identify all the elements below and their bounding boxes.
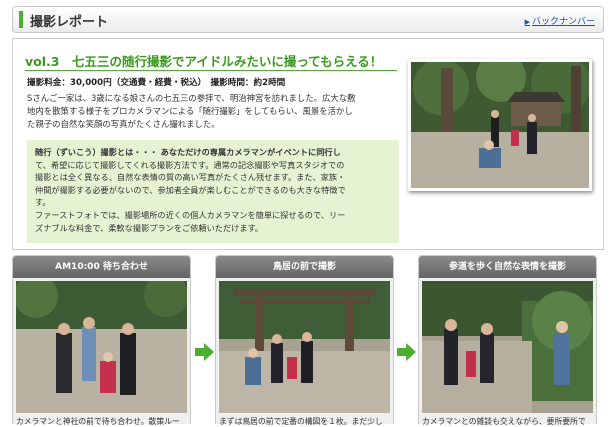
step-photo-2 bbox=[219, 281, 390, 413]
header-accent-bar bbox=[19, 11, 23, 28]
section-header: 撮影レポート ▶ バックナンバー bbox=[12, 6, 604, 33]
explain-line: 仲間が撮影する必要がないので、参加者全員が楽しむことができるのも大きな特徴で bbox=[35, 184, 346, 195]
explain-line: ズナブルな料金で、柔軟な撮影プランをご依頼いただけます。 bbox=[35, 222, 264, 233]
step-caption: カメラマンと神社の前で待ち合わせ。散策ルー bbox=[16, 417, 180, 426]
intro-line: Sさんご一家は、3歳になる娘さんの七五三の参拝で、明治神宮を訪れました。広大な敷 bbox=[27, 93, 356, 103]
step-caption: カメラマンとの雑談も交えながら、要所要所で bbox=[422, 417, 586, 426]
intro-line: 地内を散策する様子をプロカメラマンによる「随行撮影」をしてもらい、風景を活かし bbox=[27, 106, 353, 116]
intro-text: Sさんご一家は、3歳になる娘さんの七五三の参拝で、明治神宮を訪れました。広大な敷… bbox=[27, 92, 399, 131]
step-title: 参道を歩く自然な表情を撮影 bbox=[419, 256, 596, 278]
intro-line: た親子の自然な笑顔の写真がたくさん撮れました。 bbox=[27, 119, 220, 129]
shrine-photo bbox=[408, 59, 592, 191]
explain-line: 随行（ずいこう）撮影とは・・・ あなただけの専属カメラマンがイベントに同行し bbox=[35, 147, 341, 157]
step-title: AM10:00 待ち合わせ bbox=[13, 256, 190, 278]
page-title: 撮影レポート bbox=[30, 15, 109, 30]
arrow-right-icon bbox=[195, 343, 214, 361]
explain-line: 撮影とは全く異なる、自然な表情の質の高い写真がたくさん残せます。また、家族・ bbox=[35, 172, 346, 183]
step-card-1: AM10:00 待ち合わせ カメラマンと神社の前で待ち合わせ。散策ルー bbox=[12, 255, 191, 426]
step-title: 鳥居の前で撮影 bbox=[216, 256, 393, 278]
report-heading: vol.3 七五三の随行撮影でアイドルみたいに撮ってもらえる！ bbox=[25, 54, 383, 69]
heading-underline bbox=[25, 70, 397, 71]
arrow-right-icon: ▶ bbox=[524, 18, 530, 26]
fee-line: 撮影料金：30,000円（交通費・経費・税込） 撮影時間：約2時間 bbox=[27, 78, 286, 88]
report-card: vol.3 七五三の随行撮影でアイドルみたいに撮ってもらえる！ 撮影料金：30,… bbox=[12, 38, 604, 250]
explain-line: す。 bbox=[35, 197, 51, 208]
arrow-right-icon bbox=[397, 343, 416, 361]
back-number-link[interactable]: ▶ バックナンバー bbox=[525, 14, 595, 27]
step-caption: まずは鳥居の前で定番の構図を１枚。まだ少し bbox=[219, 417, 383, 426]
back-number-label: バックナンバー bbox=[531, 17, 595, 27]
step-card-2: 鳥居の前で撮影 まずは鳥居の前で定番の構図を１枚。まだ少し bbox=[215, 255, 394, 426]
explain-line: て、希望に応じて撮影してくれる撮影方法です。通常の記念撮影や写真スタジオでの bbox=[35, 159, 345, 170]
step-photo-1 bbox=[16, 281, 187, 413]
step-photo-3 bbox=[422, 281, 593, 413]
step-card-3: 参道を歩く自然な表情を撮影 カメラマンとの雑談も交えながら、要所要所で bbox=[418, 255, 597, 426]
explanation-box: 随行（ずいこう）撮影とは・・・ あなただけの専属カメラマンがイベントに同行し て… bbox=[27, 140, 399, 243]
explain-line: ファーストフォトでは、撮影場所の近くの個人カメラマンを簡単に探せるので、リー bbox=[35, 209, 346, 220]
